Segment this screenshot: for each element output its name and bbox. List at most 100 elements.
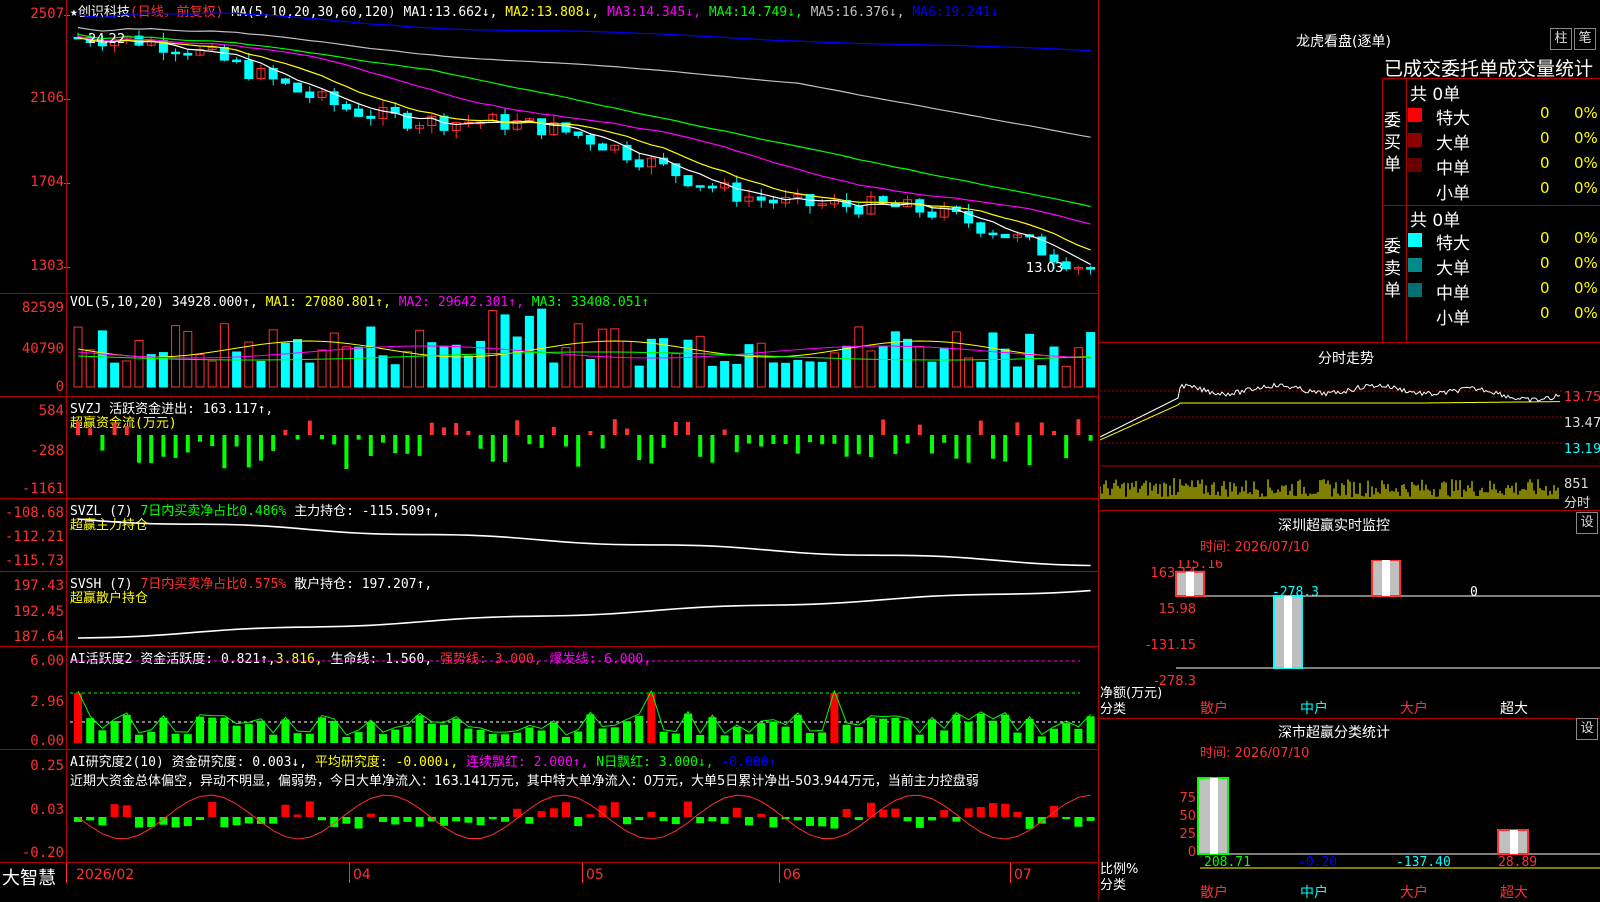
svzj-panel[interactable]: SVZJ 活跃资金进出: 163.117↑, 超赢资金流(万元) 584 -28… <box>0 397 1098 499</box>
candle <box>366 115 376 119</box>
activity-bar <box>684 713 692 743</box>
fund-flow-bar <box>271 435 276 451</box>
ai-research-chart[interactable] <box>70 750 1098 862</box>
fund-flow-bar <box>246 435 251 468</box>
buy-row: 小单 0 0% <box>1408 179 1600 204</box>
svsh-chart[interactable] <box>70 572 1098 646</box>
candle <box>768 199 778 204</box>
fund-flow-bar <box>515 420 520 435</box>
ai-research-y-label: 0.25 <box>30 758 64 774</box>
volume-panel[interactable]: VOL(5,10,20) 34928.000↑, MA1: 27080.801↑… <box>0 294 1098 397</box>
price-line <box>1100 382 1561 438</box>
buy-swatch <box>1408 158 1422 172</box>
date-axis[interactable]: 大智慧 2026/02 04 05 06 07 <box>0 863 1098 900</box>
svzj-chart[interactable] <box>70 397 1098 498</box>
candlestick-chart[interactable] <box>70 0 1098 293</box>
minute-chart[interactable] <box>1100 365 1600 510</box>
monitor-settings-button[interactable]: 设 <box>1576 512 1598 534</box>
volume-bar <box>378 355 388 388</box>
monitor-category: 超大 <box>1500 701 1528 717</box>
svzl-y-label: -112.21 <box>4 529 64 545</box>
fund-flow-bar <box>771 435 776 444</box>
fund-flow-bar <box>625 428 629 435</box>
class-category: 散户 <box>1200 885 1228 901</box>
research-bar <box>769 817 778 828</box>
research-bar <box>122 805 131 817</box>
activity-bar <box>244 724 253 743</box>
monitor-category-label: 分类 <box>1100 702 1127 717</box>
research-bar <box>220 817 229 828</box>
monitor-bar-chart[interactable]: 115.16-278.3163.140 <box>1100 560 1600 710</box>
fund-flow-bar <box>747 435 751 444</box>
svsh-panel[interactable]: SVSH (7) 7日内买卖净占比0.575% 散户持仓: 197.207↑, … <box>0 572 1098 647</box>
class-bar <box>1497 829 1529 855</box>
ai-activity-y-label: 0.00 <box>30 733 64 749</box>
activity-bar <box>1013 732 1022 743</box>
research-bar <box>305 801 314 817</box>
class-settings-button[interactable]: 设 <box>1576 718 1598 740</box>
research-bar <box>940 810 949 817</box>
activity-bar <box>1037 736 1046 743</box>
volume-bar <box>439 345 449 388</box>
candle <box>232 59 242 63</box>
activity-bar <box>537 730 546 743</box>
sell-pct: 0% <box>1574 279 1598 297</box>
activity-bar <box>342 736 351 743</box>
class-category: 超大 <box>1500 885 1528 901</box>
activity-bar <box>440 724 448 743</box>
activity-bar <box>196 716 204 743</box>
minute-y-label: 13.19 <box>1564 442 1600 457</box>
pen-toggle-button[interactable]: 笔 <box>1574 28 1596 50</box>
volume-bar <box>219 323 229 388</box>
research-bar <box>464 817 473 823</box>
buy-swatch <box>1408 108 1422 122</box>
class-value-label: -137.40 <box>1396 855 1451 870</box>
research-bar <box>342 817 351 824</box>
class-bar-highlight <box>1210 778 1218 854</box>
fund-flow-bar <box>503 435 507 463</box>
activity-bar <box>135 734 143 743</box>
buy-name: 特大 <box>1436 109 1470 129</box>
fund-flow-bar <box>820 435 825 445</box>
minute-tab-label[interactable]: 分时 <box>1564 492 1590 511</box>
volume-bar <box>781 362 791 388</box>
svzl-panel[interactable]: SVZL (7) 7日内买卖净占比0.486% 主力持仓: -115.509↑,… <box>0 499 1098 572</box>
research-bar <box>537 811 546 817</box>
research-bar <box>830 817 839 829</box>
research-bar <box>708 817 717 822</box>
activity-bar <box>708 717 717 743</box>
fund-flow-bar <box>76 421 80 435</box>
activity-bar <box>806 732 814 743</box>
price-panel[interactable]: ★创识科技(日线，前复权) MA(5,10,20,30,60,120) MA1:… <box>0 0 1098 294</box>
candle <box>707 185 717 189</box>
research-bar <box>854 817 863 821</box>
fund-flow-bar <box>795 435 800 454</box>
fund-flow-bar <box>710 435 715 463</box>
activity-bar <box>818 732 827 743</box>
fund-flow-bar <box>1015 422 1020 435</box>
research-bar <box>488 817 497 820</box>
bar-toggle-button[interactable]: 柱 <box>1550 28 1572 50</box>
research-bar <box>928 817 936 821</box>
ai-activity-chart[interactable] <box>70 647 1098 749</box>
fund-flow-bar <box>734 435 739 453</box>
research-bar <box>525 817 534 824</box>
ai-research-panel[interactable]: AI研究度2(10) 资金研究度: 0.003↓, 平均研究度: -0.000↓… <box>0 750 1098 863</box>
fund-flow-bar <box>588 430 593 435</box>
volume-bar <box>329 332 339 388</box>
sell-name: 特大 <box>1436 234 1470 254</box>
activity-bar <box>427 723 436 743</box>
monitor-bar <box>1371 560 1401 598</box>
research-bar <box>269 817 278 824</box>
activity-bar <box>147 731 156 743</box>
svzl-chart[interactable] <box>70 499 1098 571</box>
fund-flow-bar <box>88 428 93 435</box>
fund-flow-bar <box>344 435 349 469</box>
class-bar-chart[interactable]: 208.71 -0.20 -137.40 28.89 <box>1100 770 1600 870</box>
ai-activity-panel[interactable]: AI活跃度2 资金活跃度: 0.821↑,3.816, 生命线: 1.560, … <box>0 647 1098 750</box>
activity-bar <box>305 733 314 743</box>
volume-chart[interactable] <box>70 294 1098 396</box>
class-bar <box>1197 777 1229 855</box>
ma-line-2 <box>77 36 1091 251</box>
volume-bar <box>732 363 742 388</box>
